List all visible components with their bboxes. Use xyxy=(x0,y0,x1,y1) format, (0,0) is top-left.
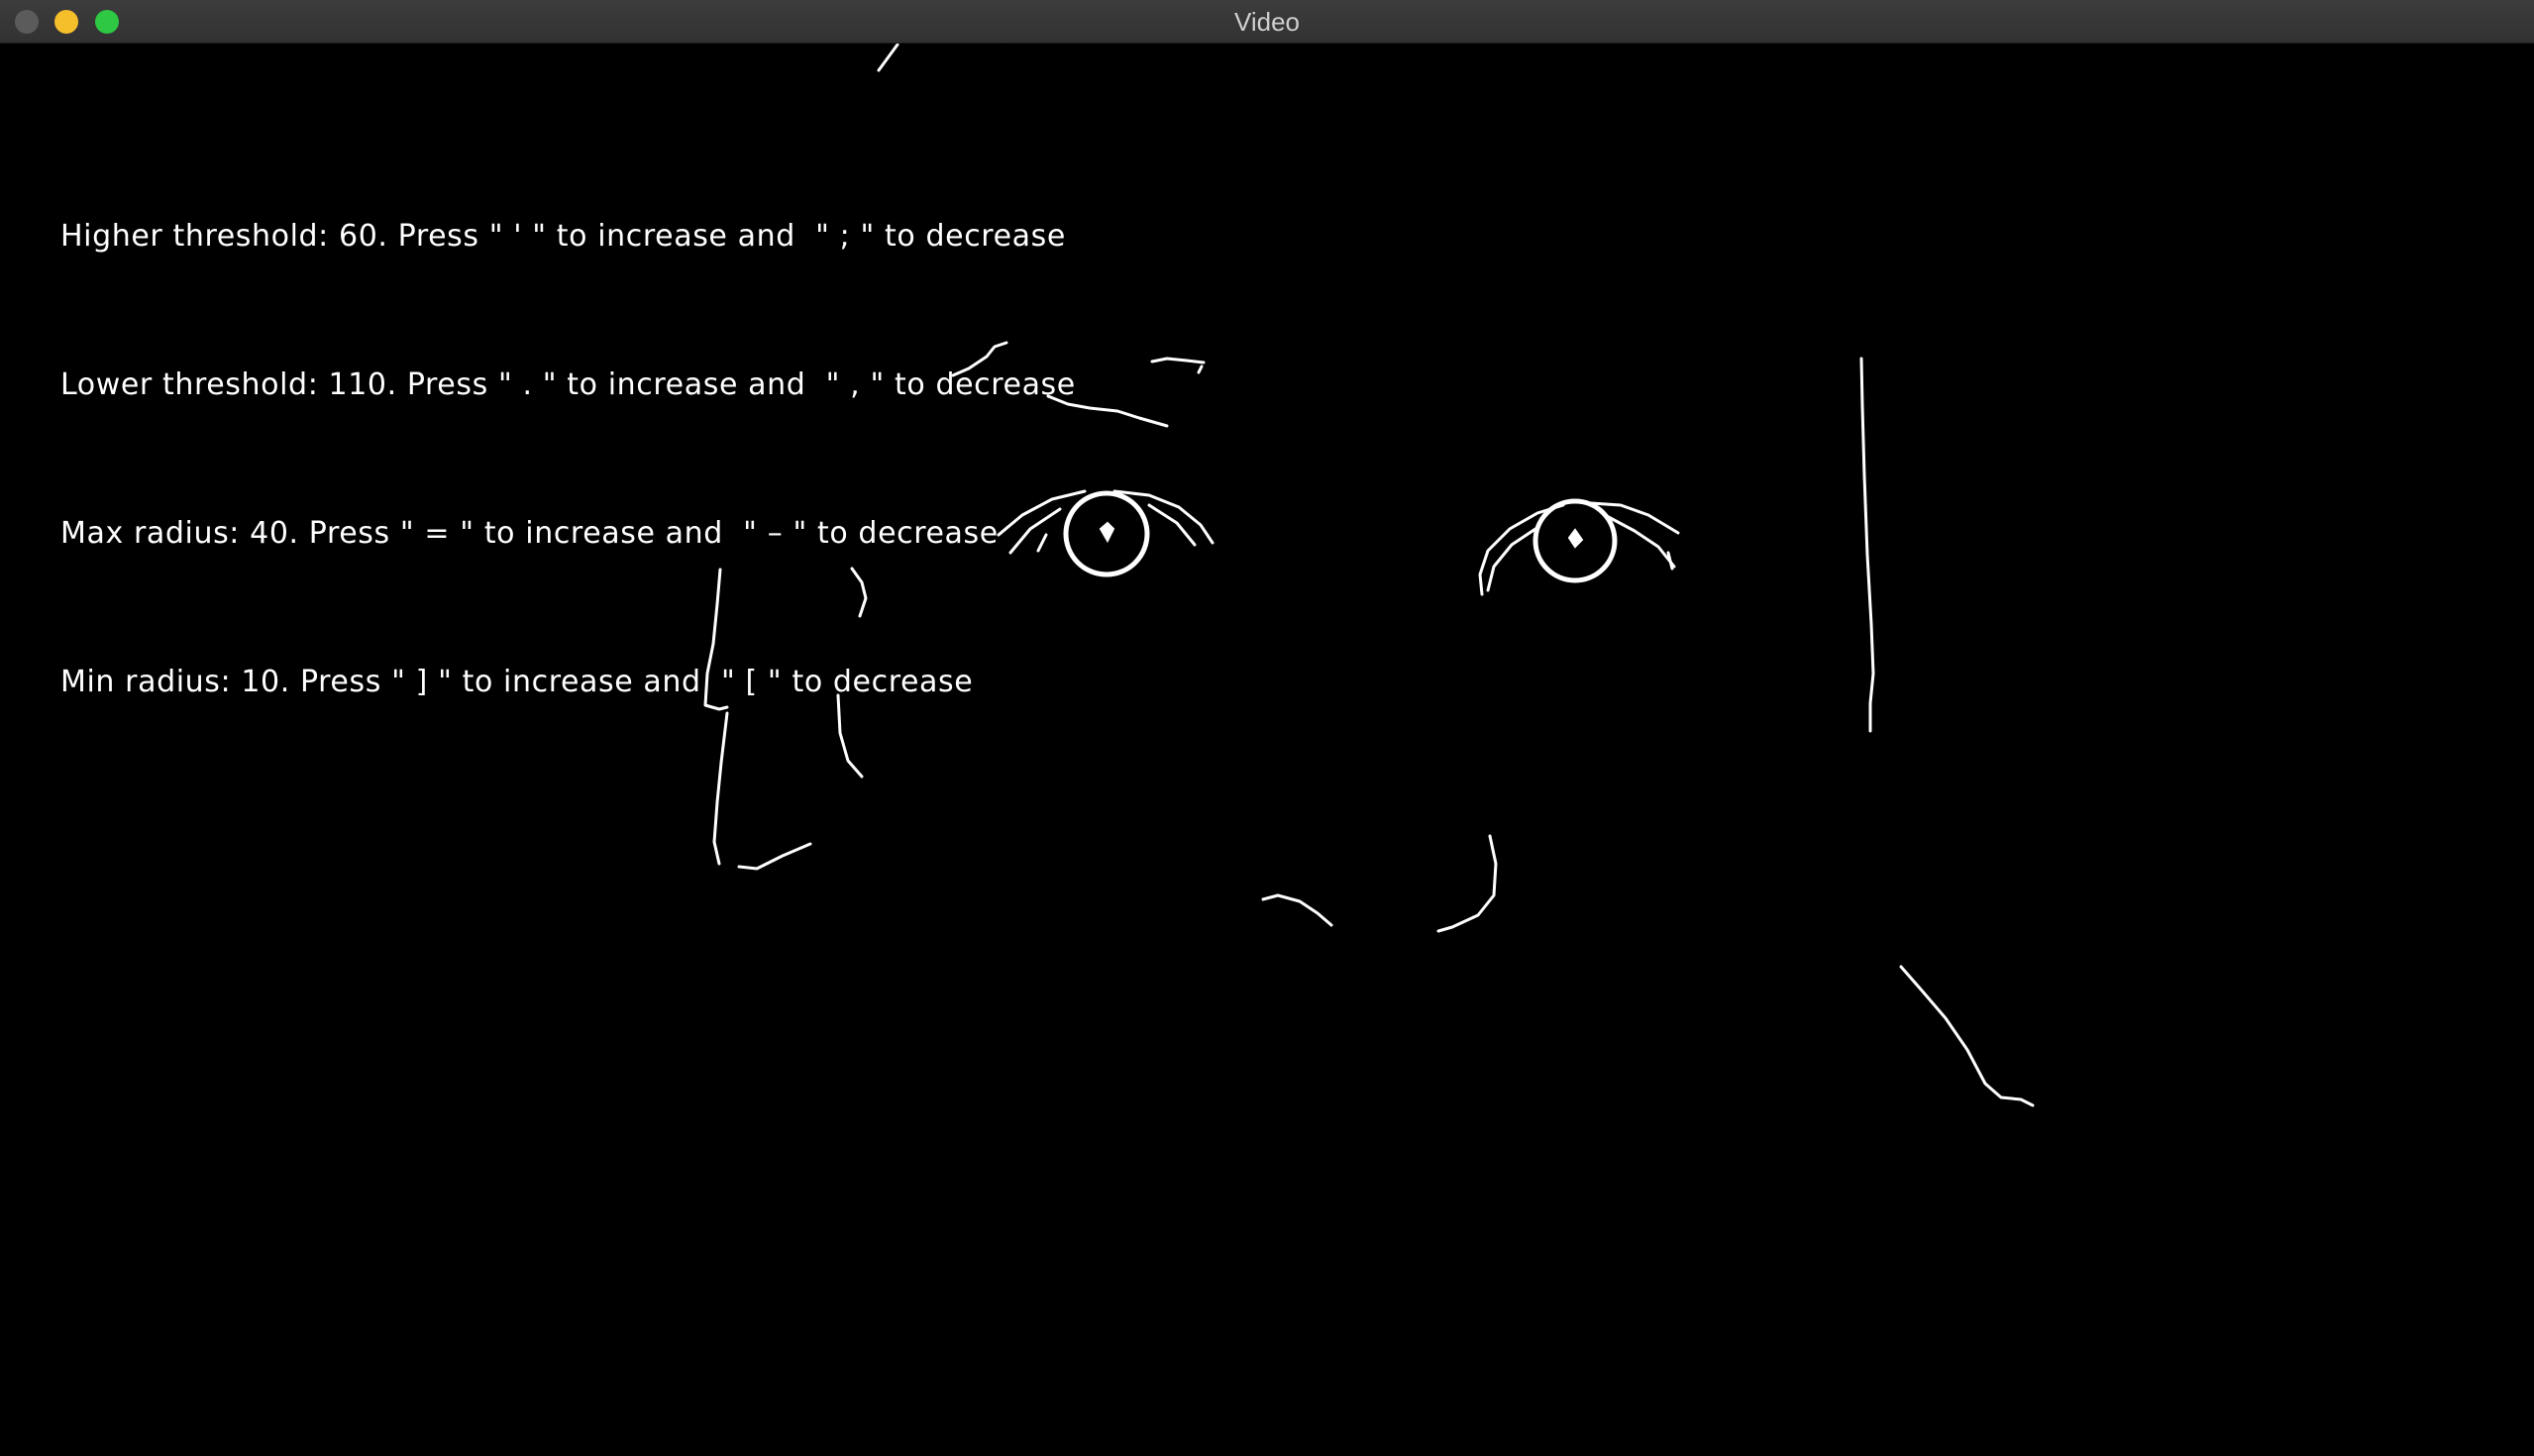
edge-stroke xyxy=(1147,503,1197,547)
edge-stroke xyxy=(1150,357,1206,364)
pupil-marker-left xyxy=(1099,521,1115,544)
video-frame: Higher threshold: 60. Press " ' " to inc… xyxy=(0,44,2534,1456)
higher-threshold-text: Higher threshold: 60. Press " ' " to inc… xyxy=(60,219,1066,254)
pupil-marker-right xyxy=(1567,528,1584,549)
min-radius-text: Min radius: 10. Press " ] " to increase … xyxy=(60,665,974,699)
window-title: Video xyxy=(1233,7,1301,37)
threshold-info-overlay: Higher threshold: 60. Press " ' " to inc… xyxy=(60,113,1076,806)
edge-stroke xyxy=(1589,501,1680,535)
edge-stroke xyxy=(1899,965,2035,1107)
edge-stroke xyxy=(877,44,899,72)
edge-stroke xyxy=(1261,893,1333,927)
edge-stroke xyxy=(737,842,812,871)
edge-stroke xyxy=(1486,527,1537,592)
lower-threshold-text: Lower threshold: 110. Press " . " to inc… xyxy=(60,367,1076,402)
title-bar[interactable]: Video xyxy=(0,0,2534,44)
edge-stroke xyxy=(1478,503,1565,596)
max-radius-text: Max radius: 40. Press " = " to increase … xyxy=(60,516,999,551)
edge-stroke xyxy=(1197,364,1204,374)
edge-stroke xyxy=(1436,834,1498,933)
edge-stroke xyxy=(1666,551,1674,571)
video-window: Video Higher threshold: 60. Press " ' " … xyxy=(0,0,2534,1456)
edge-stroke xyxy=(1859,357,1875,733)
